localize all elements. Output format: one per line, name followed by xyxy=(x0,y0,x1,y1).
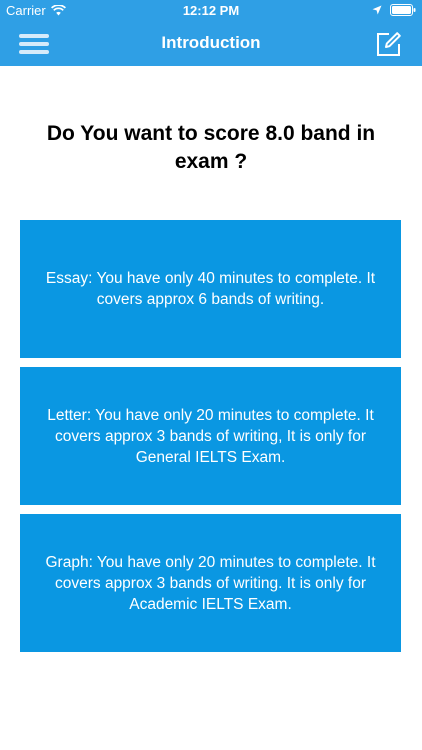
page-heading: Do You want to score 8.0 band in exam ? xyxy=(46,122,376,173)
essay-info-card[interactable]: Essay: You have only 40 minutes to compl… xyxy=(20,220,401,358)
navigation-bar: Introduction xyxy=(0,22,422,66)
status-time: 12:12 PM xyxy=(182,3,240,18)
page-title: Introduction xyxy=(161,33,261,52)
location-arrow-icon xyxy=(372,5,382,15)
app-header: Carrier 12:12 PM Introduction xyxy=(0,0,422,66)
graph-info-card[interactable]: Graph: You have only 20 minutes to compl… xyxy=(20,514,401,652)
status-bar: Carrier 12:12 PM xyxy=(0,0,422,22)
compose-edit-icon xyxy=(377,32,401,56)
status-right xyxy=(372,4,416,16)
essay-card-text: Essay: You have only 40 minutes to compl… xyxy=(45,270,376,308)
letter-card-text: Letter: You have only 20 minutes to comp… xyxy=(47,406,374,466)
battery-icon xyxy=(390,4,416,16)
main-content: Do You want to score 8.0 band in exam ? … xyxy=(0,66,422,750)
edit-button[interactable] xyxy=(376,31,402,57)
letter-info-card[interactable]: Letter: You have only 20 minutes to comp… xyxy=(20,367,401,505)
graph-card-text: Graph: You have only 20 minutes to compl… xyxy=(45,553,376,613)
